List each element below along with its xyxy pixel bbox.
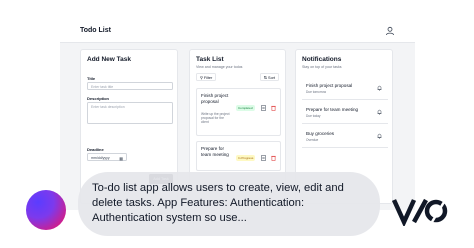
filter-button[interactable]: ⚲ Filter	[196, 73, 217, 81]
task-item[interactable]: Finish project proposal Write up the pro…	[196, 88, 281, 136]
notification-item[interactable]: Finish project proposal Due tomorrow	[302, 78, 388, 100]
delete-icon[interactable]	[271, 155, 276, 161]
bell-icon[interactable]	[377, 85, 382, 91]
notification-title: Prepare for team meeting	[306, 107, 359, 112]
sort-button[interactable]: ⇅ Sort	[259, 73, 279, 81]
task-title: Finish project proposal	[201, 93, 229, 104]
sort-label: Sort	[268, 76, 275, 80]
edit-icon[interactable]	[261, 155, 266, 161]
notification-time: Due today	[306, 114, 321, 118]
sort-icon: ⇅	[263, 76, 267, 80]
notification-time: Overdue	[306, 138, 319, 142]
notification-item[interactable]: Buy groceries Overdue	[302, 126, 388, 148]
edit-icon[interactable]	[261, 105, 266, 111]
task-title: Prepare for team meeting	[201, 146, 229, 157]
task-list-subtitle: View and manage your todos	[196, 65, 243, 69]
status-badge: In Progress	[236, 155, 256, 161]
task-list-heading: Task List	[196, 56, 224, 63]
status-badge: Completed	[236, 105, 255, 111]
deadline-label: Deadline	[87, 147, 104, 152]
overlay-text: To-do list app allows users to create, v…	[92, 182, 344, 224]
notification-item[interactable]: Prepare for team meeting Due today	[302, 102, 388, 124]
filter-icon: ⚲	[200, 76, 203, 80]
description-textarea[interactable]: Enter task description	[87, 102, 173, 124]
notifications-heading: Notifications	[302, 56, 342, 63]
task-description: Write up the project proposal for the cl…	[201, 112, 230, 124]
description-overlay: To-do list app allows users to create, v…	[78, 172, 380, 236]
description-label: Description	[87, 96, 110, 101]
title-input[interactable]: Enter task title	[87, 82, 173, 90]
bell-icon[interactable]	[377, 109, 382, 115]
deadline-input[interactable]: mm/dd/yyyy ▦	[87, 153, 127, 161]
filter-label: Filter	[203, 76, 213, 80]
logo-icon	[392, 198, 448, 226]
calendar-icon[interactable]: ▦	[119, 156, 123, 161]
notification-title: Finish project proposal	[306, 83, 353, 88]
deadline-placeholder: mm/dd/yyyy	[91, 156, 110, 160]
add-task-heading: Add New Task	[87, 56, 131, 63]
delete-icon[interactable]	[271, 105, 276, 111]
user-icon[interactable]	[385, 26, 395, 36]
task-item[interactable]: Prepare for team meeting In Progress	[196, 141, 281, 171]
notifications-subtitle: Stay on top of your tasks	[302, 65, 342, 69]
title-label: Title	[87, 76, 96, 81]
bell-icon[interactable]	[377, 133, 382, 139]
notification-time: Due tomorrow	[306, 90, 327, 94]
app-title: Todo List	[80, 27, 111, 34]
avatar	[26, 190, 66, 230]
notification-title: Buy groceries	[306, 131, 335, 136]
top-bar: Todo List	[60, 20, 415, 43]
